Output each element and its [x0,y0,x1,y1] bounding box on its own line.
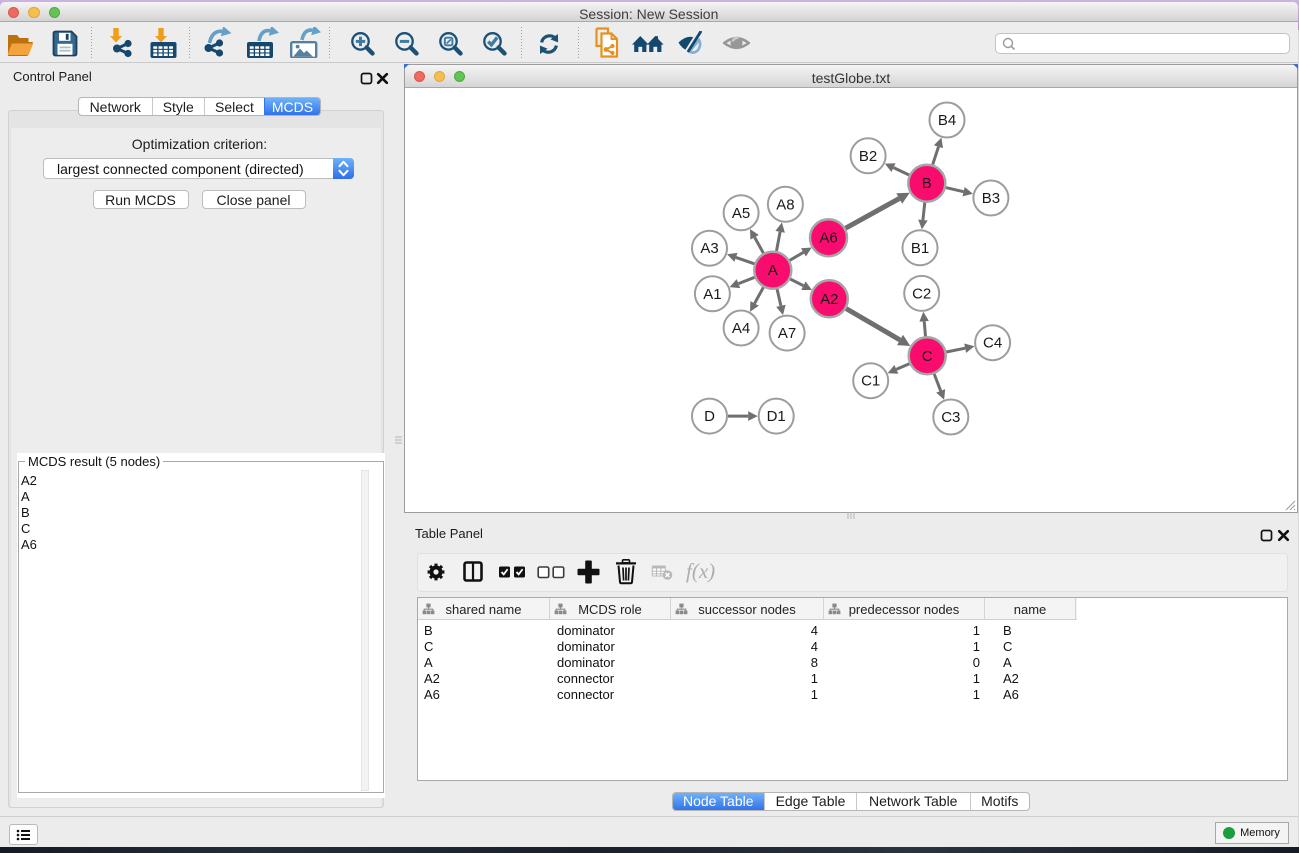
svg-text:A8: A8 [776,196,794,213]
svg-text:D: D [704,408,715,425]
svg-text:A: A [768,262,778,279]
svg-text:C3: C3 [941,409,960,426]
svg-text:A7: A7 [778,325,796,342]
svg-text:A1: A1 [703,286,721,303]
svg-text:D1: D1 [767,408,786,425]
svg-text:A3: A3 [700,240,718,257]
svg-text:C1: C1 [861,373,880,390]
svg-text:B: B [922,175,932,192]
svg-text:C4: C4 [983,335,1002,352]
svg-text:A2: A2 [820,291,838,308]
svg-text:B4: B4 [938,112,956,129]
svg-text:B1: B1 [911,240,929,257]
svg-text:A6: A6 [819,230,837,247]
svg-text:B3: B3 [982,190,1000,207]
svg-text:A4: A4 [732,320,750,337]
svg-text:A5: A5 [732,205,750,222]
svg-text:C2: C2 [912,285,931,302]
svg-text:B2: B2 [859,148,877,165]
svg-text:C: C [922,348,933,365]
